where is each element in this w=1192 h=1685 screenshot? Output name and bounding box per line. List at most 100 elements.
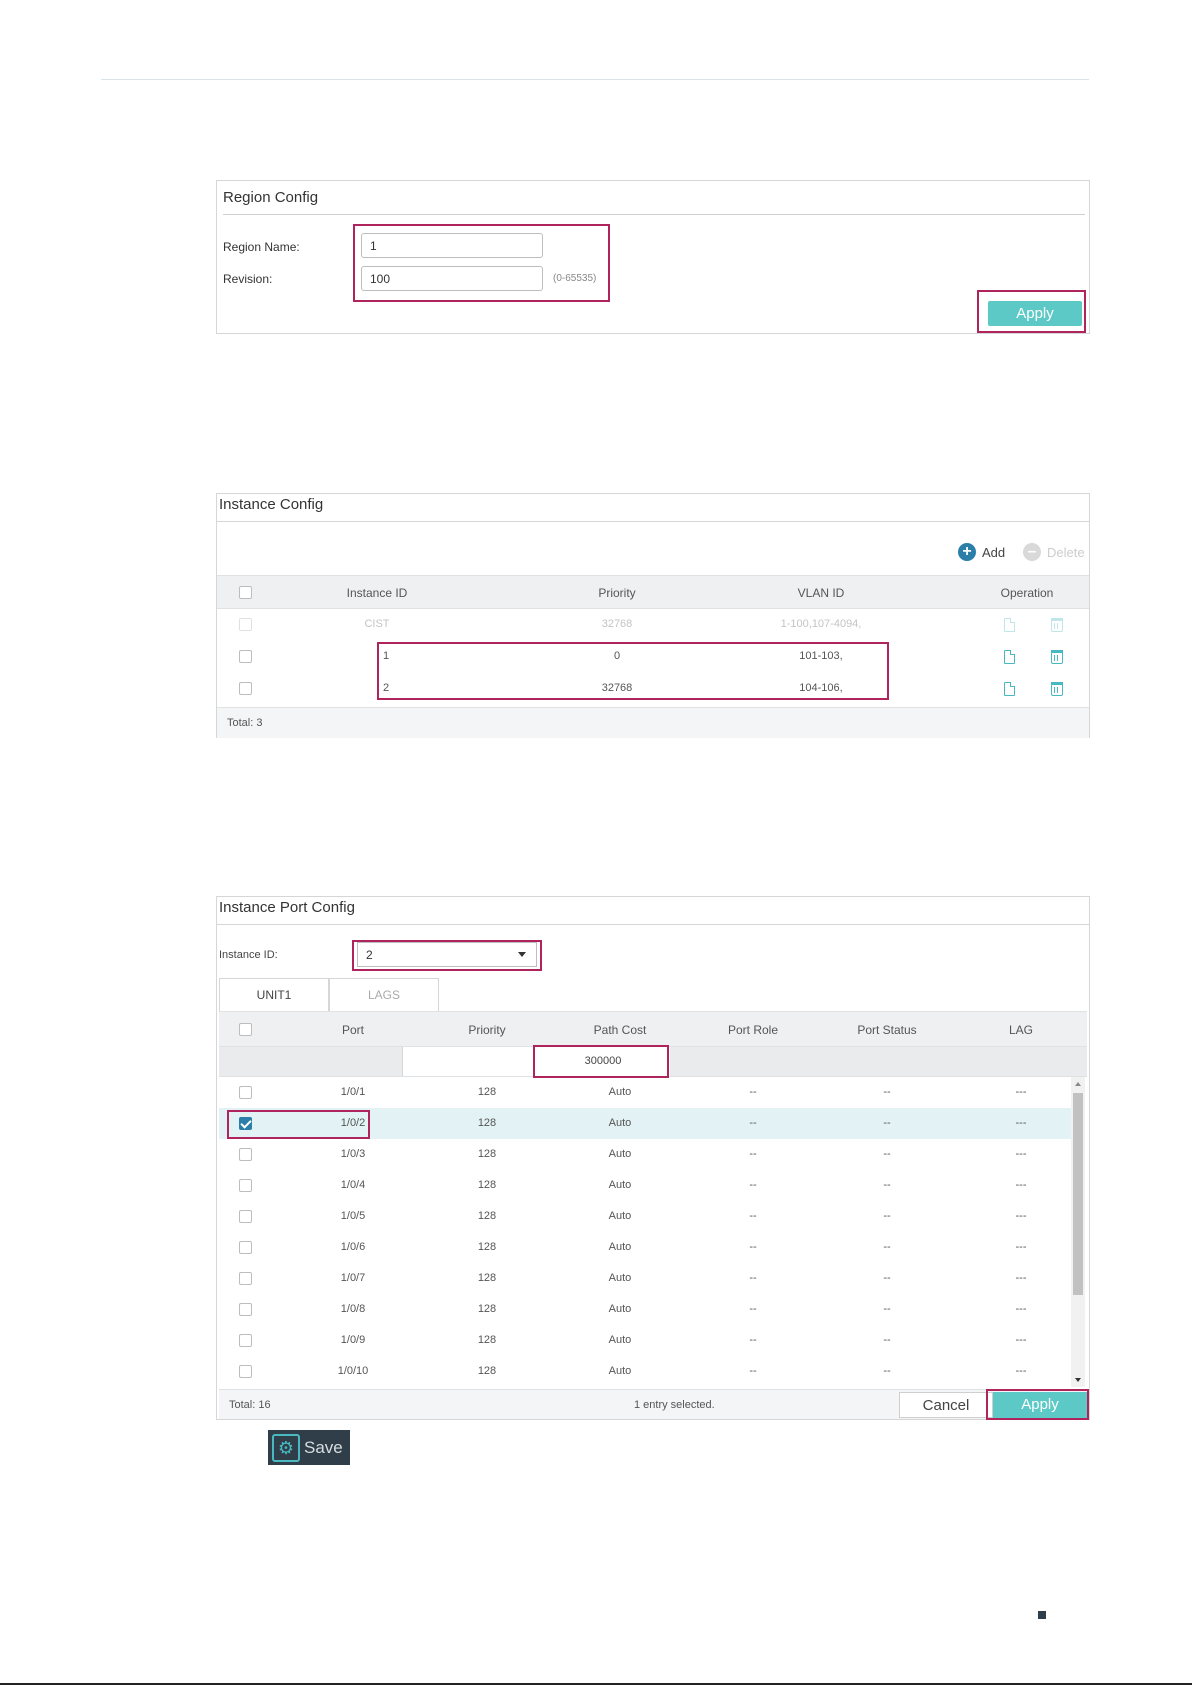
- lag-cell: ---: [1015, 1272, 1027, 1284]
- priority-header: Priority: [598, 586, 636, 600]
- path-cost-cell: Auto: [608, 1210, 632, 1222]
- lag-cell: ---: [1015, 1179, 1027, 1191]
- instance-table-header: Instance ID Priority VLAN ID Operation: [217, 575, 1089, 609]
- table-row[interactable]: 1/0/8 128 Auto -- -- ---: [219, 1294, 1071, 1325]
- port-role-cell: --: [749, 1148, 757, 1160]
- row-checkbox[interactable]: [239, 682, 252, 695]
- port-cell: 1/0/8: [340, 1303, 366, 1315]
- save-button[interactable]: ⚙ Save: [268, 1430, 350, 1465]
- delete-button[interactable]: – Delete: [1023, 542, 1089, 562]
- trash-icon[interactable]: [1051, 682, 1063, 696]
- row-checkbox[interactable]: [239, 1365, 252, 1378]
- port-status-cell: --: [883, 1210, 891, 1222]
- port-cell: 1/0/5: [340, 1210, 366, 1222]
- priority-cell: 128: [477, 1086, 497, 1098]
- region-config-title: Region Config: [223, 189, 319, 206]
- port-role-cell: --: [749, 1303, 757, 1315]
- path-cost-cell: Auto: [608, 1117, 632, 1129]
- row-checkbox[interactable]: [239, 1086, 252, 1099]
- instance-select-all-checkbox[interactable]: [239, 586, 252, 599]
- lag-cell: ---: [1015, 1365, 1027, 1377]
- revision-label: Revision:: [223, 272, 273, 286]
- add-label: Add: [982, 544, 1006, 560]
- path-cost-cell: Auto: [608, 1272, 632, 1284]
- row-checkbox[interactable]: [239, 1334, 252, 1347]
- table-row[interactable]: CIST 32768 1-100,107-4094,: [217, 609, 1089, 641]
- path-cost-cell: Auto: [608, 1365, 632, 1377]
- table-row[interactable]: 1/0/1 128 Auto -- -- ---: [219, 1077, 1071, 1108]
- row-checkbox[interactable]: [239, 1272, 252, 1285]
- lag-cell: ---: [1015, 1117, 1027, 1129]
- trash-icon[interactable]: [1051, 618, 1063, 632]
- port-title-divider: [217, 924, 1089, 925]
- trash-icon[interactable]: [1051, 650, 1063, 664]
- port-table-header: Port Priority Path Cost Port Role Port S…: [219, 1011, 1087, 1046]
- port-status-cell: --: [883, 1086, 891, 1098]
- port-table-scrollbar[interactable]: [1071, 1077, 1085, 1387]
- instance-port-config-panel: Instance Port Config Instance ID: 2 UNIT…: [216, 896, 1090, 1420]
- port-status-header: Port Status: [857, 1023, 917, 1037]
- row-checkbox[interactable]: [239, 1148, 252, 1161]
- table-row[interactable]: 1/0/3 128 Auto -- -- ---: [219, 1139, 1071, 1170]
- port-cell: 1/0/3: [340, 1148, 366, 1160]
- table-row[interactable]: 1/0/6 128 Auto -- -- ---: [219, 1232, 1071, 1263]
- scrollbar-thumb[interactable]: [1073, 1093, 1083, 1295]
- row-checkbox[interactable]: [239, 1241, 252, 1254]
- tab-unit1[interactable]: UNIT1: [219, 978, 329, 1011]
- path-cost-cell: Auto: [608, 1086, 632, 1098]
- edit-icon[interactable]: [1004, 682, 1015, 696]
- tab-lags[interactable]: LAGS: [329, 978, 439, 1011]
- priority-cell: 128: [477, 1303, 497, 1315]
- priority-cell: 128: [477, 1241, 497, 1253]
- table-row[interactable]: 1/0/9 128 Auto -- -- ---: [219, 1325, 1071, 1356]
- region-apply-highlight: [977, 290, 1086, 333]
- row-checkbox[interactable]: [239, 1210, 252, 1223]
- priority-batch-input[interactable]: [402, 1047, 536, 1076]
- port-status-cell: --: [883, 1241, 891, 1253]
- row-checkbox[interactable]: [239, 618, 252, 631]
- port-select-all-checkbox[interactable]: [239, 1023, 252, 1036]
- port-status-cell: --: [883, 1179, 891, 1191]
- port-role-cell: --: [749, 1179, 757, 1191]
- row-checkbox[interactable]: [239, 1179, 252, 1192]
- priority-cell: 128: [477, 1334, 497, 1346]
- gear-icon: ⚙: [272, 1433, 300, 1462]
- port-role-cell: --: [749, 1365, 757, 1377]
- table-row[interactable]: 1/0/5 128 Auto -- -- ---: [219, 1201, 1071, 1232]
- port-cell: 1/0/7: [340, 1272, 366, 1284]
- cancel-button[interactable]: Cancel: [899, 1392, 993, 1418]
- lag-cell: ---: [1015, 1148, 1027, 1160]
- path-cost-cell: Auto: [608, 1148, 632, 1160]
- priority-cell: 128: [477, 1148, 497, 1160]
- edit-icon[interactable]: [1004, 650, 1015, 664]
- table-row[interactable]: 1/0/7 128 Auto -- -- ---: [219, 1263, 1071, 1294]
- region-name-label: Region Name:: [223, 240, 300, 254]
- port-row-highlight: [227, 1110, 370, 1139]
- port-status-cell: --: [883, 1365, 891, 1377]
- tab-lags-label: LAGS: [367, 988, 400, 1002]
- instance-table-footer: Total: 3: [217, 707, 1089, 738]
- lag-header: LAG: [1008, 1023, 1033, 1037]
- lag-cell: ---: [1015, 1303, 1027, 1315]
- instance-total-text: Total: 3: [227, 717, 263, 729]
- port-role-header: Port Role: [727, 1023, 779, 1037]
- port-status-cell: --: [883, 1334, 891, 1346]
- port-header: Port: [341, 1023, 364, 1037]
- lag-cell: ---: [1015, 1086, 1027, 1098]
- port-status-cell: --: [883, 1117, 891, 1129]
- plus-circle-icon: +: [958, 543, 976, 561]
- port-role-cell: --: [749, 1086, 757, 1098]
- save-label: Save: [304, 1437, 343, 1457]
- add-button[interactable]: + Add: [958, 542, 1005, 562]
- table-row[interactable]: 1/0/10 128 Auto -- -- ---: [219, 1356, 1071, 1387]
- table-row[interactable]: 1/0/4 128 Auto -- -- ---: [219, 1170, 1071, 1201]
- port-status-cell: --: [883, 1272, 891, 1284]
- instance-config-panel: Instance Config + Add – Delete Instance …: [216, 493, 1090, 738]
- edit-icon[interactable]: [1004, 618, 1015, 632]
- row-checkbox[interactable]: [239, 1303, 252, 1316]
- row-checkbox[interactable]: [239, 650, 252, 663]
- scroll-down-arrow-icon[interactable]: [1075, 1378, 1081, 1382]
- priority-cell: 128: [477, 1117, 497, 1129]
- port-cell: 1/0/4: [340, 1179, 366, 1191]
- scroll-up-arrow-icon[interactable]: [1075, 1082, 1081, 1086]
